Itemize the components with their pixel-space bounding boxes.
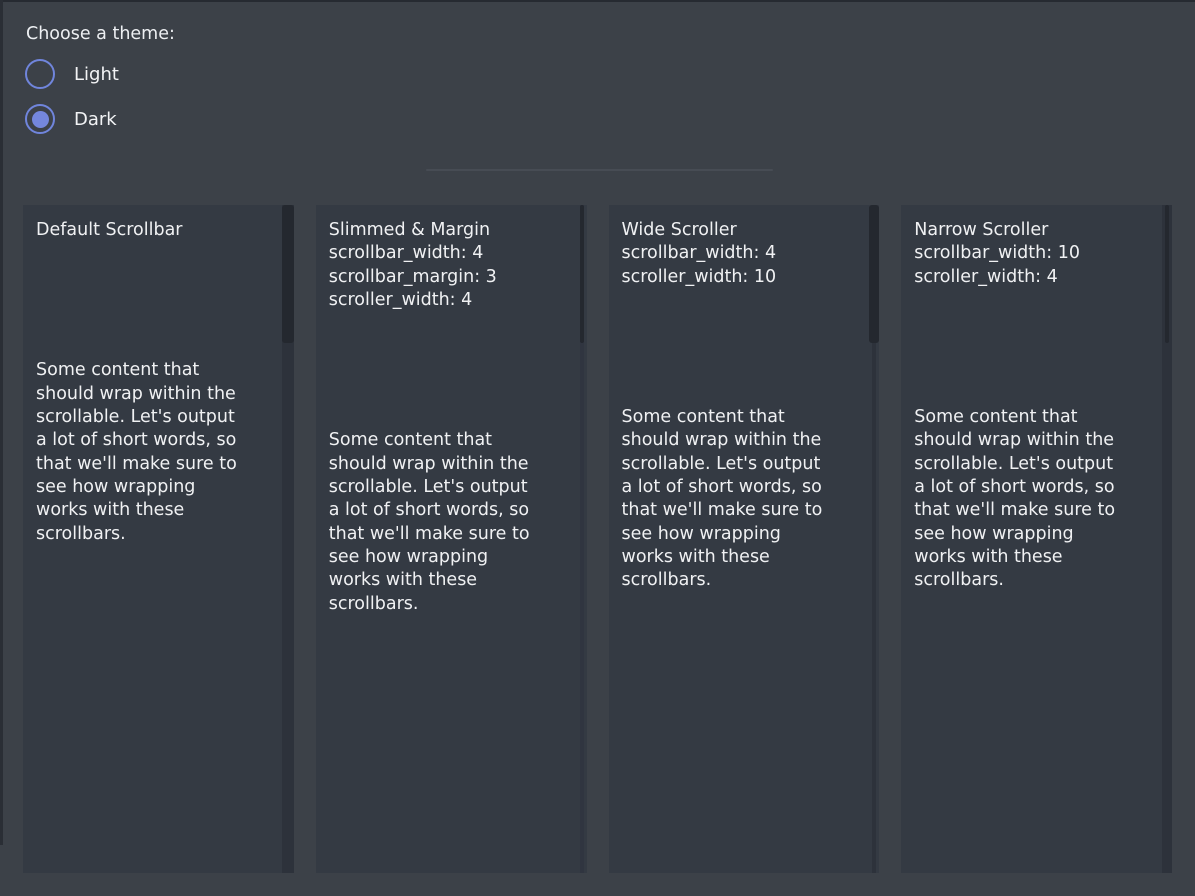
panel-slimmed-margin[interactable]: Slimmed & Margin scrollbar_width: 4 scro… [316, 205, 587, 873]
window-top-border [0, 0, 1195, 2]
panel-param: scrollbar_margin: 3 [329, 266, 569, 289]
panel-param: scrollbar_width: 4 [622, 242, 862, 265]
panel-param: scroller_width: 10 [622, 266, 862, 289]
window-left-border [0, 0, 3, 845]
theme-chooser-label: Choose a theme: [26, 24, 175, 44]
theme-chooser: Choose a theme: Light Dark [26, 24, 175, 134]
radio-light-label[interactable]: Light [74, 64, 119, 85]
panel-body-text: Some content that should wrap within the… [329, 429, 569, 616]
panel-wide-scroller[interactable]: Wide Scroller scrollbar_width: 4 scrolle… [609, 205, 880, 873]
panel-body-text: Some content that should wrap within the… [622, 406, 862, 593]
panel-body-text: Some content that should wrap within the… [36, 359, 276, 546]
panel-param: scroller_width: 4 [914, 266, 1154, 289]
panel-title: Default Scrollbar [36, 219, 276, 242]
scrollbar-thumb[interactable] [282, 205, 294, 343]
radio-unselected-icon[interactable] [25, 59, 55, 89]
radio-light[interactable]: Light [25, 59, 175, 89]
panel-narrow-scroller[interactable]: Narrow Scroller scrollbar_width: 10 scro… [901, 205, 1172, 873]
panel-title: Narrow Scroller [914, 219, 1154, 242]
radio-dark-label[interactable]: Dark [74, 109, 117, 130]
horizontal-divider [426, 169, 773, 171]
radio-selected-icon[interactable] [25, 104, 55, 134]
scrollbar-thumb[interactable] [1165, 205, 1169, 343]
panel-default-scrollbar[interactable]: Default Scrollbar Some content that shou… [23, 205, 294, 873]
panel-title: Wide Scroller [622, 219, 862, 242]
scrollbar-thumb[interactable] [580, 205, 584, 343]
panel-body-text: Some content that should wrap within the… [914, 406, 1154, 593]
panel-param: scroller_width: 4 [329, 289, 569, 312]
panel-param: scrollbar_width: 4 [329, 242, 569, 265]
panel-param: scrollbar_width: 10 [914, 242, 1154, 265]
scrollbar-thumb[interactable] [869, 205, 879, 343]
radio-dark[interactable]: Dark [25, 104, 175, 134]
scrollbar-demo-row: Default Scrollbar Some content that shou… [23, 205, 1172, 873]
panel-title: Slimmed & Margin [329, 219, 569, 242]
